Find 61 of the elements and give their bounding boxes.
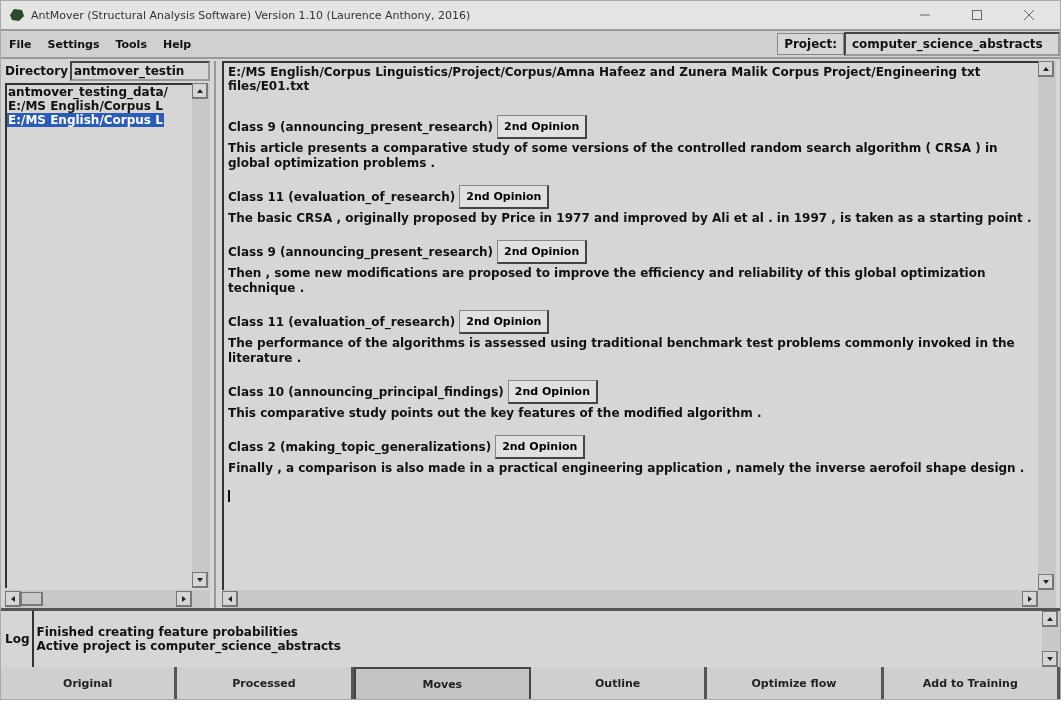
- file-list-item[interactable]: antmover_testing_data/: [7, 85, 169, 99]
- sentence-text: The basic CRSA , originally proposed by Price in 1977 and improved by Ali et al . in 1997 , is taken as a starting point .: [228, 211, 1033, 226]
- second-opinion-button[interactable]: 2nd Opinion: [459, 310, 550, 334]
- view-tab[interactable]: Moves: [353, 667, 531, 699]
- project-label: Project:: [777, 33, 844, 55]
- menu-item[interactable]: Help: [154, 37, 200, 51]
- text-cursor: [228, 490, 230, 502]
- scroll-left-button[interactable]: [5, 591, 21, 607]
- menu-item[interactable]: Settings: [39, 37, 108, 51]
- up-arrow-icon: [196, 88, 203, 93]
- move-class-label: Class 9 (announcing_present_research): [228, 245, 494, 259]
- move-class-label: Class 9 (announcing_present_research): [228, 120, 494, 134]
- scroll-down-button[interactable]: [192, 572, 208, 588]
- log-line: Finished creating feature probabilities: [36, 625, 299, 639]
- scroll-thumb[interactable]: [21, 592, 43, 606]
- right-arrow-icon: [181, 595, 186, 602]
- sentence-text: The performance of the algorithms is assessed using traditional benchmark test problems commonly invoked in the literature .: [228, 336, 1016, 366]
- file-path: E:/MS English/Corpus Linguistics/Project/Corpus/Amna Hafeez and Zunera Malik Corpus Project/Engineering txt files/E01.txt: [228, 65, 982, 93]
- close-icon: [1023, 9, 1035, 21]
- up-arrow-icon: [1042, 66, 1049, 71]
- ant-logo-icon: [9, 8, 25, 22]
- log-line: Active project is computer_science_abstracts: [36, 639, 342, 653]
- directory-field[interactable]: antmover_testin: [69, 61, 210, 81]
- file-list-item[interactable]: E:/MS English/Corpus L: [7, 113, 164, 127]
- down-arrow-icon: [1042, 579, 1049, 584]
- move-class-label: Class 10 (announcing_principal_findings): [228, 385, 504, 399]
- scroll-up-button[interactable]: [1038, 61, 1054, 77]
- left-arrow-icon: [227, 595, 232, 602]
- scroll-up-button[interactable]: [1042, 611, 1058, 627]
- second-opinion-button[interactable]: 2nd Opinion: [495, 435, 586, 459]
- maximize-icon: [972, 10, 982, 20]
- scroll-down-button[interactable]: [1038, 574, 1054, 590]
- sentence-text: Then , some new modifications are proposed to improve the efficiency and reliability of this global optimization technique .: [228, 266, 987, 296]
- move-class-label: Class 2 (making_topic_generalizations): [228, 440, 492, 454]
- sentence-text: Finally , a comparison is also made in a practical engineering application , namely the inverse aerofoil shape design .: [228, 461, 1026, 476]
- second-opinion-button[interactable]: 2nd Opinion: [459, 185, 550, 209]
- second-opinion-button[interactable]: 2nd Opinion: [497, 240, 588, 264]
- file-list-item[interactable]: E:/MS English/Corpus L: [7, 99, 164, 113]
- window-title: AntMover (Structural Analysis Software) Version 1.10 (Laurence Anthony, 2016): [31, 8, 472, 22]
- scroll-right-button[interactable]: [1022, 591, 1038, 607]
- left-arrow-icon: [10, 595, 15, 602]
- second-opinion-button[interactable]: 2nd Opinion: [497, 115, 588, 139]
- sentence-text: This article presents a comparative study of some versions of the controlled random search algorithm ( CRSA ) in global optimization problems .: [228, 141, 999, 171]
- scroll-up-button[interactable]: [192, 83, 208, 99]
- menu-item[interactable]: Tools: [107, 37, 155, 51]
- down-arrow-icon: [1046, 656, 1053, 661]
- move-class-label: Class 11 (evaluation_of_research): [228, 315, 456, 329]
- scroll-down-button[interactable]: [1042, 651, 1058, 667]
- move-class-label: Class 11 (evaluation_of_research): [228, 190, 456, 204]
- scroll-right-button[interactable]: [176, 591, 192, 607]
- down-arrow-icon: [196, 577, 203, 582]
- scroll-left-button[interactable]: [222, 591, 238, 607]
- right-arrow-icon: [1027, 595, 1032, 602]
- second-opinion-button[interactable]: 2nd Opinion: [507, 380, 598, 404]
- sentence-text: This comparative study points out the key features of the modified algorithm .: [228, 406, 763, 421]
- project-field[interactable]: computer_science_abstracts: [844, 32, 1060, 56]
- log-label: Log: [5, 632, 31, 646]
- menu-item[interactable]: File: [1, 37, 40, 51]
- up-arrow-icon: [1046, 616, 1053, 621]
- directory-label: Directory: [5, 64, 68, 78]
- minimize-icon: [919, 14, 931, 16]
